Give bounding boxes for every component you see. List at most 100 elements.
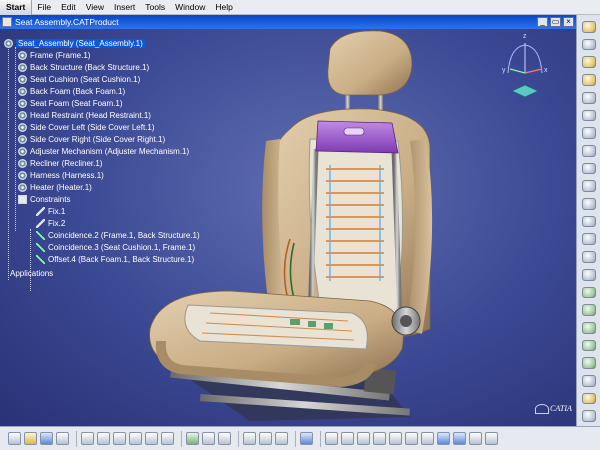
coincidence-constraint-tool-icon[interactable] xyxy=(581,286,596,299)
rotate-icon[interactable] xyxy=(373,432,386,445)
part-icon xyxy=(18,134,27,144)
tree-part-node[interactable]: Side Cover Right (Side Cover Right.1) xyxy=(4,133,239,145)
tree-part-node[interactable]: Seat Cushion (Seat Cushion.1) xyxy=(4,73,239,85)
manage-representations-icon[interactable] xyxy=(581,180,596,193)
manipulation-icon[interactable] xyxy=(581,215,596,228)
tree-applications-label: Applications xyxy=(10,268,54,278)
pan-icon[interactable] xyxy=(357,432,370,445)
print-icon[interactable] xyxy=(56,432,69,445)
head-restraint[interactable] xyxy=(327,30,413,117)
menu-view[interactable]: View xyxy=(81,0,109,15)
tree-part-node[interactable]: Adjuster Mechanism (Adjuster Mechanism.1… xyxy=(4,145,239,157)
close-button[interactable]: × xyxy=(563,17,574,27)
minimize-button[interactable]: _ xyxy=(537,17,548,27)
tree-part-label: Adjuster Mechanism (Adjuster Mechanism.1… xyxy=(30,146,190,156)
clash-icon[interactable] xyxy=(259,432,272,445)
fly-mode-icon[interactable] xyxy=(325,432,338,445)
tree-constraints-node[interactable]: Constraints xyxy=(4,193,239,205)
copy-icon[interactable] xyxy=(97,432,110,445)
new-part-icon[interactable] xyxy=(581,74,596,86)
compass-widget[interactable]: z y x xyxy=(500,33,550,103)
multi-instantiation-icon[interactable] xyxy=(581,198,596,210)
tree-constraint-node[interactable]: Fix.1 xyxy=(4,205,239,217)
select-icon[interactable] xyxy=(581,21,596,33)
new-document-icon[interactable] xyxy=(8,432,21,445)
selective-load-icon[interactable] xyxy=(581,162,596,175)
tree-part-node[interactable]: Frame (Frame.1) xyxy=(4,49,239,61)
zoom-out-icon[interactable] xyxy=(405,432,418,445)
redo-icon[interactable] xyxy=(145,432,158,445)
cut-icon[interactable] xyxy=(81,432,94,445)
coincidence-constraint-icon xyxy=(36,242,45,252)
menu-edit[interactable]: Edit xyxy=(56,0,81,15)
explode-icon[interactable] xyxy=(581,251,596,263)
recliner-mechanism[interactable] xyxy=(391,306,421,336)
catalog-browser-icon[interactable] xyxy=(300,432,313,445)
menu-window[interactable]: Window xyxy=(170,0,210,15)
offset-constraint-tool-icon[interactable] xyxy=(581,321,596,334)
fix-together-icon[interactable] xyxy=(581,375,596,387)
3d-viewport[interactable]: Seat_Assembly (Seat_Assembly.1) Frame (F… xyxy=(0,29,576,426)
menu-tools[interactable]: Tools xyxy=(140,0,170,15)
open-folder-icon[interactable] xyxy=(24,432,37,445)
part-icon xyxy=(18,122,27,132)
tree-part-node[interactable]: Head Restraint (Head Restraint.1) xyxy=(4,109,239,121)
update-all-icon[interactable] xyxy=(186,432,199,445)
zoom-in-icon[interactable] xyxy=(389,432,402,445)
specification-tree[interactable]: Seat_Assembly (Seat_Assembly.1) Frame (F… xyxy=(4,37,239,291)
undo-icon[interactable] xyxy=(129,432,142,445)
contact-constraint-tool-icon[interactable] xyxy=(581,304,596,316)
stop-manipulate-on-clash-icon[interactable] xyxy=(581,268,596,281)
menu-help[interactable]: Help xyxy=(210,0,237,15)
tree-part-node[interactable]: Side Cover Left (Side Cover Left.1) xyxy=(4,121,239,133)
tree-constraint-node[interactable]: Fix.2 xyxy=(4,217,239,229)
isometric-view-icon[interactable] xyxy=(437,432,450,445)
quick-constraint-icon[interactable] xyxy=(581,392,596,405)
paste-icon[interactable] xyxy=(113,432,126,445)
update-icon[interactable] xyxy=(581,410,596,423)
tree-applications-node[interactable]: Applications xyxy=(4,267,239,279)
compass-z-label: z xyxy=(523,33,527,40)
back-upper-bracket[interactable] xyxy=(315,120,399,154)
generate-numbering-icon[interactable] xyxy=(581,144,596,157)
restore-button[interactable]: ▭ xyxy=(550,17,561,27)
sectioning-icon[interactable] xyxy=(275,432,288,445)
normal-view-icon[interactable] xyxy=(421,432,434,445)
space-analysis-icon[interactable] xyxy=(243,432,256,445)
tree-part-label: Recliner (Recliner.1) xyxy=(30,158,103,168)
replace-component-icon[interactable] xyxy=(581,109,596,122)
tree-constraint-node[interactable]: Coincidence.2 (Frame.1, Back Structure.1… xyxy=(4,229,239,241)
graph-tree-reordering-icon[interactable] xyxy=(581,127,596,139)
tree-root-node[interactable]: Seat_Assembly (Seat_Assembly.1) xyxy=(4,37,239,49)
new-component-icon[interactable] xyxy=(581,38,596,51)
tree-constraint-node[interactable]: Coincidence.3 (Seat Cushion.1, Frame.1) xyxy=(4,241,239,253)
fix-component-tool-icon[interactable] xyxy=(581,357,596,370)
tree-part-node[interactable]: Recliner (Recliner.1) xyxy=(4,157,239,169)
tree-constraint-node[interactable]: Offset.4 (Back Foam.1, Back Structure.1) xyxy=(4,253,239,265)
swap-visible-space-icon[interactable] xyxy=(485,432,498,445)
fit-all-in-icon[interactable] xyxy=(341,432,354,445)
angle-constraint-tool-icon[interactable] xyxy=(581,339,596,352)
part-icon xyxy=(18,62,27,72)
hide-show-icon[interactable] xyxy=(469,432,482,445)
existing-component-icon[interactable] xyxy=(581,91,596,104)
tree-part-node[interactable]: Heater (Heater.1) xyxy=(4,181,239,193)
menu-file[interactable]: File xyxy=(32,0,56,15)
tree-part-node[interactable]: Seat Foam (Seat Foam.1) xyxy=(4,97,239,109)
fix-constraint-icon xyxy=(36,206,45,216)
tree-constraint-label: Coincidence.3 (Seat Cushion.1, Frame.1) xyxy=(48,242,196,252)
menu-start[interactable]: Start xyxy=(0,0,33,15)
menu-insert[interactable]: Insert xyxy=(109,0,140,15)
snap-icon[interactable] xyxy=(581,233,596,246)
tree-part-node[interactable]: Harness (Harness.1) xyxy=(4,169,239,181)
tree-part-node[interactable]: Back Structure (Back Structure.1) xyxy=(4,61,239,73)
tree-part-node[interactable]: Back Foam (Back Foam.1) xyxy=(4,85,239,97)
save-icon[interactable] xyxy=(40,432,53,445)
analysis-icon[interactable] xyxy=(218,432,231,445)
measure-icon[interactable] xyxy=(202,432,215,445)
back-foam[interactable] xyxy=(307,138,404,322)
part-icon xyxy=(18,170,27,180)
shading-icon[interactable] xyxy=(453,432,466,445)
new-product-icon[interactable] xyxy=(581,56,596,69)
whats-this-icon[interactable] xyxy=(161,432,174,445)
